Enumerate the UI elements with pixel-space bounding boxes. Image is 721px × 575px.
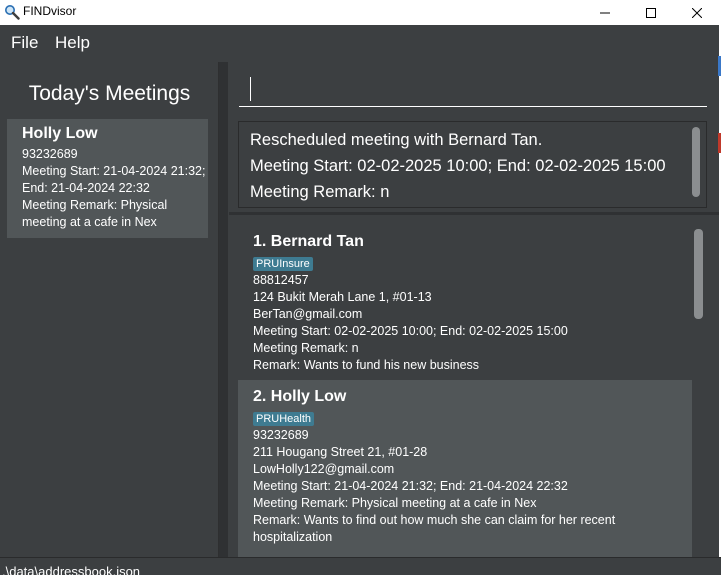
result-line: Rescheduled meeting with Bernard Tan. bbox=[250, 131, 543, 149]
menu-bar: File Help bbox=[0, 25, 721, 61]
minimize-button[interactable] bbox=[582, 0, 628, 25]
person-email: BerTan@gmail.com bbox=[253, 307, 363, 321]
result-scrollbar[interactable] bbox=[692, 127, 700, 197]
title-bar: FINDvisor bbox=[0, 0, 721, 25]
person-address: 124 Bukit Merah Lane 1, #01-13 bbox=[253, 290, 432, 304]
person-list: 1. Bernard Tan PRUInsure 88812457 124 Bu… bbox=[229, 215, 712, 557]
todays-meetings-panel: Today's Meetings Holly Low 93232689 Meet… bbox=[0, 62, 219, 557]
meeting-time: Meeting Start: 21-04-2024 21:32; End: 21… bbox=[22, 164, 206, 195]
person-phone: 88812457 bbox=[253, 273, 309, 287]
meeting-remark: Meeting Remark: Physical meeting at a ca… bbox=[22, 198, 168, 229]
person-name: 2. Holly Low bbox=[253, 388, 347, 405]
person-list-scrollbar[interactable] bbox=[694, 229, 703, 319]
command-input[interactable] bbox=[239, 73, 707, 107]
person-tag: PRUInsure bbox=[253, 257, 313, 271]
person-meeting-remark: Meeting Remark: n bbox=[253, 341, 359, 355]
panel-divider[interactable] bbox=[219, 62, 228, 557]
person-name: 1. Bernard Tan bbox=[253, 233, 364, 250]
person-meeting: Meeting Start: 02-02-2025 10:00; End: 02… bbox=[253, 324, 568, 338]
person-meeting: Meeting Start: 21-04-2024 21:32; End: 21… bbox=[253, 479, 568, 493]
person-address: 211 Hougang Street 21, #01-28 bbox=[253, 445, 428, 459]
menu-file[interactable]: File bbox=[11, 33, 38, 53]
person-email: LowHolly122@gmail.com bbox=[253, 462, 395, 476]
todays-meetings-title: Today's Meetings bbox=[28, 82, 191, 105]
person-tag: PRUHealth bbox=[253, 412, 315, 426]
command-box bbox=[229, 62, 721, 114]
window-title: FINDvisor bbox=[23, 4, 77, 18]
meeting-person-name: Holly Low bbox=[22, 125, 98, 142]
result-line: Meeting Start: 02-02-2025 10:00; End: 02… bbox=[250, 157, 666, 175]
person-list-content: 1. Bernard Tan PRUInsure 88812457 124 Bu… bbox=[238, 225, 692, 557]
magnifier-icon bbox=[4, 4, 20, 20]
maximize-icon bbox=[646, 3, 656, 22]
text-caret bbox=[250, 77, 251, 101]
person-remark: Remark: Wants to fund his new business bbox=[253, 358, 480, 372]
person-card[interactable]: 1. Bernard Tan PRUInsure 88812457 124 Bu… bbox=[238, 225, 692, 380]
maximize-button[interactable] bbox=[628, 0, 674, 25]
menu-help[interactable]: Help bbox=[55, 33, 90, 53]
close-icon bbox=[691, 3, 703, 22]
status-bar: .\data\addressbook.json bbox=[0, 557, 721, 575]
meeting-person-phone: 93232689 bbox=[22, 147, 78, 161]
save-location: .\data\addressbook.json bbox=[2, 564, 141, 575]
result-line: Meeting Remark: n bbox=[250, 183, 390, 201]
minimize-icon bbox=[600, 3, 610, 22]
meeting-card[interactable]: Holly Low 93232689 Meeting Start: 21-04-… bbox=[7, 119, 208, 238]
person-meeting-remark: Meeting Remark: Physical meeting at a ca… bbox=[253, 496, 537, 510]
close-button[interactable] bbox=[674, 0, 720, 25]
result-display: Rescheduled meeting with Bernard Tan. Me… bbox=[238, 121, 707, 208]
person-remark: Remark: Wants to find out how much she c… bbox=[253, 513, 616, 544]
person-phone: 93232689 bbox=[253, 428, 309, 442]
person-card[interactable]: 2. Holly Low PRUHealth 93232689 211 Houg… bbox=[238, 380, 692, 557]
